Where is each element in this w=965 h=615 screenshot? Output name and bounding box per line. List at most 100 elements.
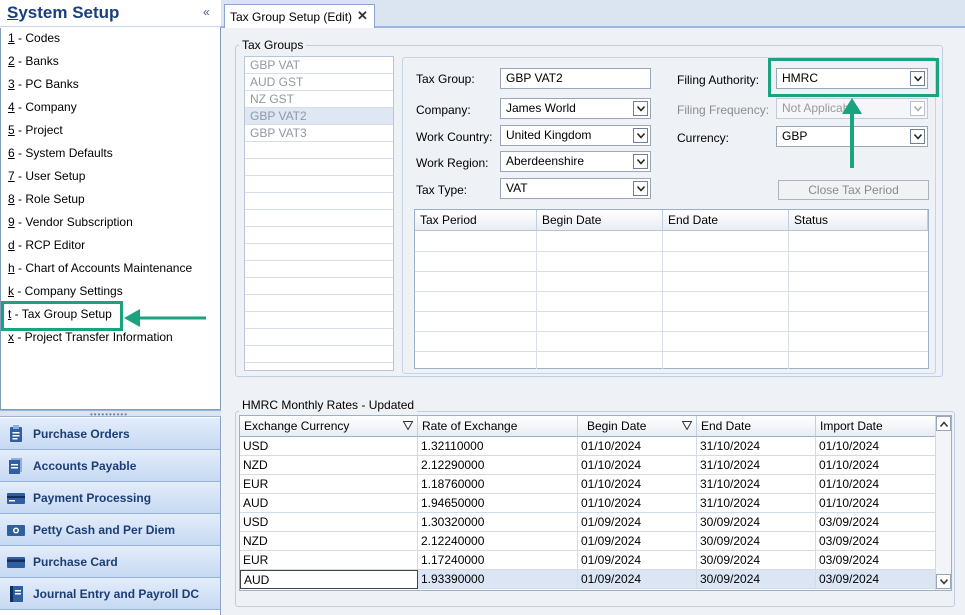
menu-item-company[interactable]: 4 - Company (8, 97, 77, 117)
column-header-end-date[interactable]: End Date (663, 210, 789, 231)
cell-begin-date: 01/10/2024 (578, 475, 697, 494)
menu-item-project[interactable]: 5 - Project (8, 120, 63, 140)
column-header-status[interactable]: Status (789, 210, 928, 231)
close-tax-period-button[interactable]: Close Tax Period (778, 180, 929, 200)
journal-icon (10, 586, 23, 602)
menu-item-role-setup[interactable]: 8 - Role Setup (8, 189, 85, 209)
list-item-empty[interactable] (245, 176, 393, 193)
table-row[interactable]: EUR 1.18760000 01/10/2024 31/10/2024 01/… (240, 475, 936, 494)
cell-begin-date: 01/09/2024 (578, 551, 697, 570)
table-row[interactable]: AUD 1.94650000 01/10/2024 31/10/2024 01/… (240, 494, 936, 513)
table-row[interactable]: NZD 2.12290000 01/10/2024 31/10/2024 01/… (240, 456, 936, 475)
filter-icon[interactable] (682, 421, 692, 430)
tab-tax-group-setup[interactable]: Tax Group Setup (Edit) ✕ (224, 4, 375, 28)
tax-group-setup-highlight (1, 301, 123, 331)
table-row[interactable]: USD 1.32110000 01/10/2024 31/10/2024 01/… (240, 437, 936, 456)
chevron-down-icon[interactable] (633, 154, 648, 169)
chevron-down-icon[interactable] (633, 181, 648, 196)
tax-type-value: VAT (506, 181, 528, 195)
filing-authority-label: Filing Authority: (677, 73, 760, 87)
tax-group-list: GBP VAT AUD GST NZ GST GBP VAT2 GBP VAT3 (244, 56, 394, 371)
nav-label: Purchase Orders (33, 427, 130, 441)
menu-item-company-settings[interactable]: k - Company Settings (8, 281, 123, 301)
list-item[interactable]: GBP VAT3 (245, 125, 393, 142)
column-header-import-date[interactable]: Import Date (816, 416, 936, 437)
column-header-rate-of-exchange[interactable]: Rate of Exchange (418, 416, 578, 437)
tax-type-select[interactable]: VAT (500, 178, 651, 199)
menu-item-user-setup[interactable]: 7 - User Setup (8, 166, 85, 186)
cell-begin-date: 01/10/2024 (578, 456, 697, 475)
list-item-empty[interactable] (245, 261, 393, 278)
list-item[interactable]: GBP VAT (245, 57, 393, 74)
menu-item-chart-of-accounts[interactable]: h - Chart of Accounts Maintenance (8, 258, 192, 278)
nav-label: Petty Cash and Per Diem (33, 523, 176, 537)
cell-end-date: 31/10/2024 (697, 456, 816, 475)
table-row[interactable]: NZD 2.12240000 01/09/2024 30/09/2024 03/… (240, 532, 936, 551)
column-header-tax-period[interactable]: Tax Period (415, 210, 537, 231)
list-item-empty[interactable] (245, 278, 393, 295)
filter-icon[interactable] (403, 421, 413, 430)
chevron-down-icon[interactable] (910, 129, 925, 144)
collapse-sidebar-button[interactable]: « (203, 5, 210, 19)
cell-begin-date: 01/10/2024 (578, 437, 697, 456)
menu-item-pc-banks[interactable]: 3 - PC Banks (8, 74, 79, 94)
work-country-label: Work Country: (416, 130, 493, 144)
work-country-select[interactable]: United Kingdom (500, 125, 651, 146)
column-header-begin-date[interactable]: Begin Date (578, 416, 697, 437)
scroll-down-icon[interactable] (936, 574, 951, 589)
list-item-empty[interactable] (245, 244, 393, 261)
menu-item-rcp-editor[interactable]: d - RCP Editor (8, 235, 85, 255)
list-item-empty[interactable] (245, 210, 393, 227)
chevron-down-icon[interactable] (633, 128, 648, 143)
currency-value: GBP (782, 129, 808, 143)
cell-begin-date: 01/09/2024 (578, 513, 697, 532)
rates-scrollbar[interactable] (935, 416, 951, 590)
list-item-empty[interactable] (245, 329, 393, 346)
nav-petty-cash-button[interactable]: Petty Cash and Per Diem (0, 514, 220, 546)
cell-rate: 1.32110000 (418, 437, 578, 456)
nav-label: Journal Entry and Payroll DC (33, 587, 200, 601)
menu-item-system-defaults[interactable]: 6 - System Defaults (8, 143, 113, 163)
monthly-rates-grid: Exchange Currency Rate of Exchange Begin… (239, 415, 952, 591)
column-header-end-date[interactable]: End Date (697, 416, 816, 437)
cash-icon (7, 525, 25, 536)
company-select[interactable]: James World (500, 98, 651, 119)
table-row[interactable]: EUR 1.17240000 01/09/2024 30/09/2024 03/… (240, 551, 936, 570)
filing-frequency-label: Filing Frequency: (677, 103, 770, 117)
cell-currency: USD (240, 437, 418, 456)
list-item-empty[interactable] (245, 142, 393, 159)
list-item-empty[interactable] (245, 159, 393, 176)
column-header-exchange-currency[interactable]: Exchange Currency (240, 416, 418, 437)
nav-payment-processing-button[interactable]: Payment Processing (0, 482, 220, 514)
list-item-selected[interactable]: GBP VAT2 (245, 108, 393, 125)
menu-item-banks[interactable]: 2 - Banks (8, 51, 59, 71)
list-item-empty[interactable] (245, 227, 393, 244)
list-item-empty[interactable] (245, 193, 393, 210)
close-tab-icon[interactable]: ✕ (357, 8, 368, 24)
table-row-selected[interactable]: AUD 1.93390000 01/09/2024 30/09/2024 03/… (240, 570, 936, 589)
list-item[interactable]: AUD GST (245, 74, 393, 91)
cell-rate: 1.94650000 (418, 494, 578, 513)
nav-accounts-payable-button[interactable]: Accounts Payable (0, 450, 220, 482)
grid-line (415, 351, 928, 352)
list-item-empty[interactable] (245, 295, 393, 312)
table-row[interactable]: USD 1.30320000 01/09/2024 30/09/2024 03/… (240, 513, 936, 532)
chevron-down-icon[interactable] (633, 101, 648, 116)
list-item-empty[interactable] (245, 312, 393, 329)
menu-item-vendor-subscription[interactable]: 9 - Vendor Subscription (8, 212, 133, 232)
nav-purchase-orders-button[interactable]: Purchase Orders (0, 418, 220, 450)
work-region-select[interactable]: Aberdeenshire (500, 151, 651, 172)
tax-group-input[interactable]: GBP VAT2 (500, 68, 651, 89)
cell-currency: EUR (240, 475, 418, 494)
menu-item-codes[interactable]: 1 - Codes (8, 28, 60, 48)
list-item-empty[interactable] (245, 346, 393, 363)
column-header-begin-date[interactable]: Begin Date (537, 210, 663, 231)
column-header-label: Exchange Currency (244, 419, 350, 433)
nav-purchase-card-button[interactable]: Purchase Card (0, 546, 220, 578)
list-item[interactable]: NZ GST (245, 91, 393, 108)
grid-line (415, 311, 928, 312)
currency-label: Currency: (677, 131, 730, 145)
scroll-up-icon[interactable] (936, 416, 951, 431)
nav-journal-entry-button[interactable]: Journal Entry and Payroll DC (0, 578, 220, 610)
system-setup-menu: 1 - Codes 2 - Banks 3 - PC Banks 4 - Com… (0, 28, 221, 410)
